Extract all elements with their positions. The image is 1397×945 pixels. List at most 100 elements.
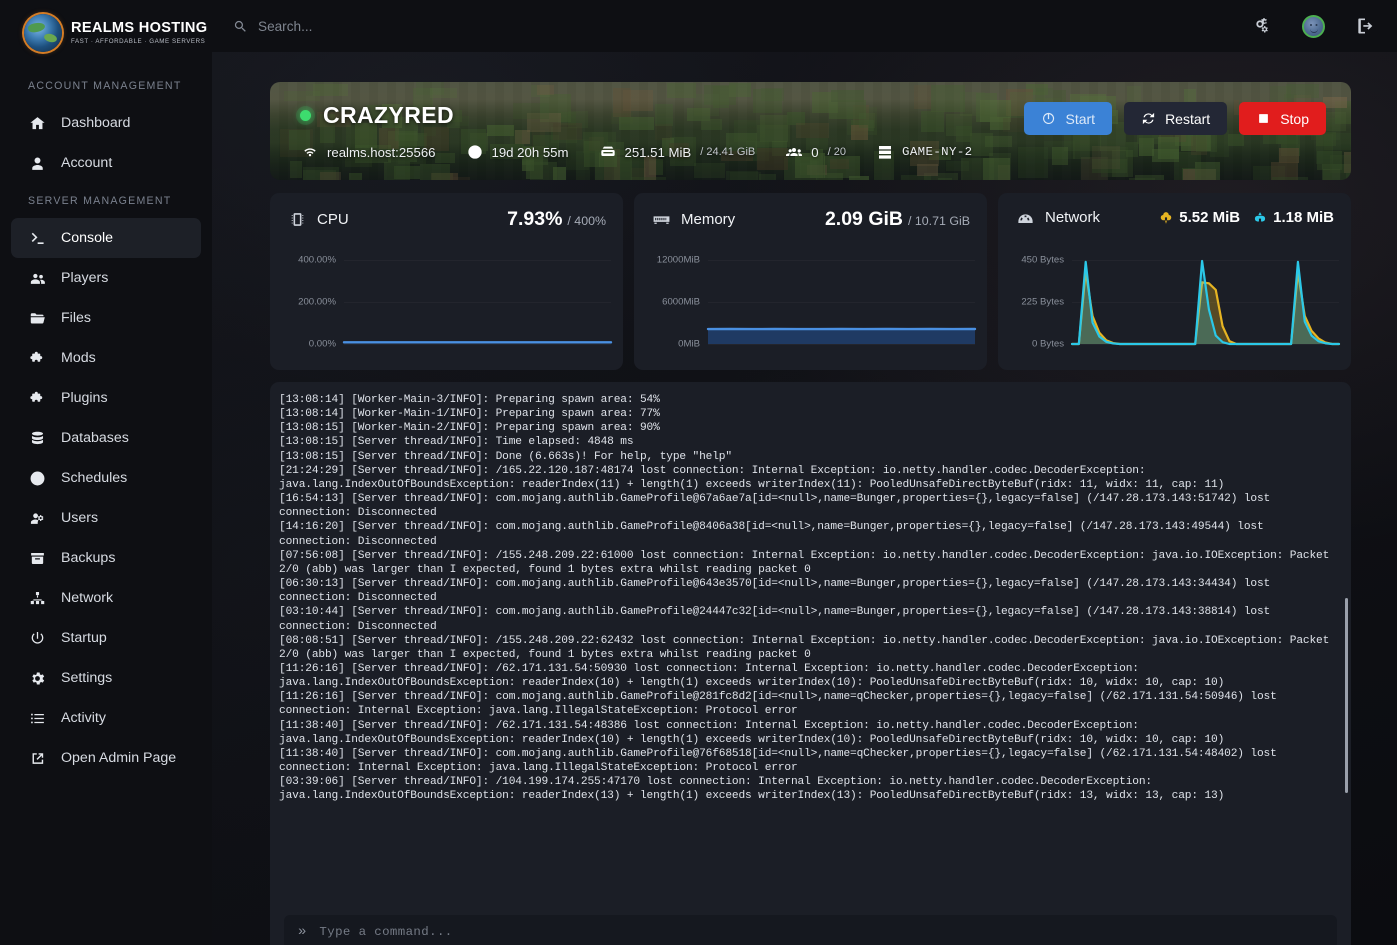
sidebar-item-mods[interactable]: Mods bbox=[11, 338, 201, 378]
memory-card: Memory 2.09 GiB / 10.71 GiB 0MiB 6000MiB 1… bbox=[634, 193, 987, 370]
swoosh-icon bbox=[24, 14, 62, 52]
memory-chart: 0MiB 6000MiB 12000MiB bbox=[634, 242, 987, 370]
brand-logo[interactable]: REALMS HOSTING FAST · AFFORDABLE · GAME … bbox=[0, 0, 212, 68]
brand-name: REALMS HOSTING bbox=[71, 20, 208, 37]
players-icon bbox=[786, 144, 803, 160]
console-log-line: [13:08:14] [Worker-Main-1/INFO]: Prepari… bbox=[279, 408, 660, 421]
server-node: GAME-NY-2 bbox=[901, 145, 973, 159]
sidebar-item-network[interactable]: Network bbox=[11, 578, 201, 618]
search-input[interactable] bbox=[258, 18, 588, 34]
gear-icon bbox=[28, 669, 46, 687]
topbar bbox=[212, 0, 1397, 52]
cpu-limit: / 400% bbox=[567, 214, 606, 228]
database-icon bbox=[28, 429, 46, 447]
server-players-max: / 20 bbox=[827, 146, 846, 158]
logout-icon[interactable] bbox=[1355, 16, 1375, 36]
console-log-line: [11:38:40] [Server thread/INFO]: /62.171… bbox=[279, 719, 1225, 746]
stop-button[interactable]: Stop bbox=[1239, 102, 1326, 135]
sidebar: REALMS HOSTING FAST · AFFORDABLE · GAME … bbox=[0, 0, 212, 945]
sidebar-item-label: Backups bbox=[61, 550, 116, 566]
avatar[interactable] bbox=[1302, 14, 1325, 38]
external-link-icon bbox=[28, 749, 46, 767]
network-outbound-value: 1.18 MiB bbox=[1273, 209, 1334, 226]
restart-button-label: Restart bbox=[1165, 110, 1211, 127]
server-stats: realms.host:25566 19d 20h 55m 251.51 MiB… bbox=[302, 144, 1327, 160]
cpu-card: CPU 7.93% / 400% 0.00% 200.00% 400.00% bbox=[270, 193, 623, 370]
cogs-icon[interactable] bbox=[1252, 16, 1272, 36]
main-content: CRAZYRED realms.host:25566 19d 20h 55m 2… bbox=[212, 52, 1397, 945]
sidebar-item-label: Users bbox=[61, 510, 99, 526]
brand-tagline: FAST · AFFORDABLE · GAME SERVERS bbox=[71, 37, 206, 45]
prompt-chevron-icon: » bbox=[298, 924, 307, 940]
clock-icon bbox=[467, 144, 483, 160]
sidebar-item-label: Open Admin Page bbox=[61, 750, 177, 766]
sidebar-item-label: Plugins bbox=[61, 390, 108, 406]
terminal-icon bbox=[28, 229, 46, 247]
sidebar-item-label: Schedules bbox=[61, 470, 128, 486]
clock-icon bbox=[28, 469, 46, 487]
network-card: Network 5.52 MiB 1.18 MiB 0 Bytes 225 By… bbox=[998, 193, 1351, 370]
download-icon bbox=[1159, 211, 1173, 225]
sidebar-item-dashboard[interactable]: Dashboard bbox=[11, 103, 201, 143]
puzzle-icon bbox=[28, 389, 46, 407]
sidebar-item-activity[interactable]: Activity bbox=[11, 698, 201, 738]
start-button-label: Start bbox=[1065, 110, 1096, 127]
sidebar-item-label: Mods bbox=[61, 350, 96, 366]
sidebar-item-users[interactable]: Users bbox=[11, 498, 201, 538]
memory-icon bbox=[652, 210, 671, 229]
power-icon bbox=[28, 629, 46, 647]
sidebar-item-account[interactable]: Account bbox=[11, 143, 201, 183]
sidebar-item-label: Dashboard bbox=[61, 115, 131, 131]
server-disk-used: 251.51 MiB bbox=[624, 144, 692, 160]
console-log-line: [11:26:16] [Server thread/INFO]: com.moj… bbox=[279, 691, 1284, 718]
network-chart-icon bbox=[1016, 208, 1035, 227]
start-button[interactable]: Start bbox=[1024, 102, 1113, 135]
stat-cards: CPU 7.93% / 400% 0.00% 200.00% 400.00% Mem… bbox=[270, 193, 1351, 370]
sidebar-item-players[interactable]: Players bbox=[11, 258, 201, 298]
folder-icon bbox=[28, 309, 46, 327]
sidebar-item-files[interactable]: Files bbox=[11, 298, 201, 338]
restart-button[interactable]: Restart bbox=[1124, 102, 1228, 135]
stop-button-label: Stop bbox=[1280, 110, 1309, 127]
sidebar-item-console[interactable]: Console bbox=[11, 218, 201, 258]
user-cog-icon bbox=[28, 509, 46, 527]
sidebar-item-label: Account bbox=[61, 155, 113, 171]
cpu-chart: 0.00% 200.00% 400.00% bbox=[270, 242, 623, 370]
memory-limit: / 10.71 GiB bbox=[908, 214, 970, 228]
sidebar-section-title: SERVER MANAGEMENT bbox=[28, 195, 172, 207]
sidebar-item-label: Settings bbox=[61, 670, 113, 686]
stat-node: GAME-NY-2 bbox=[877, 144, 973, 160]
sidebar-item-databases[interactable]: Databases bbox=[11, 418, 201, 458]
server-rack-icon bbox=[877, 144, 893, 160]
console-log-line: [14:16:20] [Server thread/INFO]: com.moj… bbox=[279, 521, 1271, 548]
command-input-row[interactable]: » bbox=[284, 915, 1337, 945]
console-log-line: [06:30:13] [Server thread/INFO]: com.moj… bbox=[279, 578, 1277, 605]
server-action-buttons: Start Restart Stop bbox=[1024, 102, 1326, 135]
console-scrollbar[interactable] bbox=[1345, 598, 1348, 793]
puzzle-icon bbox=[28, 349, 46, 367]
sidebar-item-startup[interactable]: Startup bbox=[11, 618, 201, 658]
search-icon bbox=[233, 19, 248, 34]
cpu-value: 7.93% bbox=[507, 208, 563, 230]
sidebar-item-plugins[interactable]: Plugins bbox=[11, 378, 201, 418]
sidebar-item-open-admin-page[interactable]: Open Admin Page bbox=[11, 738, 201, 778]
command-input[interactable] bbox=[319, 925, 1323, 939]
network-outbound: 1.18 MiB bbox=[1253, 209, 1334, 226]
console-card: [13:08:14] [Worker-Main-3/INFO]: Prepari… bbox=[270, 382, 1351, 945]
server-address: realms.host:25566 bbox=[327, 144, 436, 160]
console-log[interactable]: [13:08:14] [Worker-Main-3/INFO]: Prepari… bbox=[270, 382, 1351, 802]
network-card-title: Network bbox=[1045, 209, 1101, 226]
sidebar-nav: ACCOUNT MANAGEMENT Dashboard Account SERVER… bbox=[0, 68, 212, 778]
network-inbound-value: 5.52 MiB bbox=[1179, 209, 1241, 226]
server-banner: CRAZYRED realms.host:25566 19d 20h 55m 2… bbox=[270, 82, 1351, 180]
list-icon bbox=[28, 709, 46, 727]
chart-plot bbox=[706, 327, 977, 344]
search-box[interactable] bbox=[233, 18, 588, 34]
console-log-line: [08:08:51] [Server thread/INFO]: /155.24… bbox=[279, 634, 1336, 661]
sidebar-item-schedules[interactable]: Schedules bbox=[11, 458, 201, 498]
sidebar-item-backups[interactable]: Backups bbox=[11, 538, 201, 578]
sidebar-item-settings[interactable]: Settings bbox=[11, 658, 201, 698]
cpu-icon bbox=[288, 210, 307, 229]
restart-icon bbox=[1141, 111, 1156, 126]
stat-address: realms.host:25566 bbox=[302, 144, 436, 160]
